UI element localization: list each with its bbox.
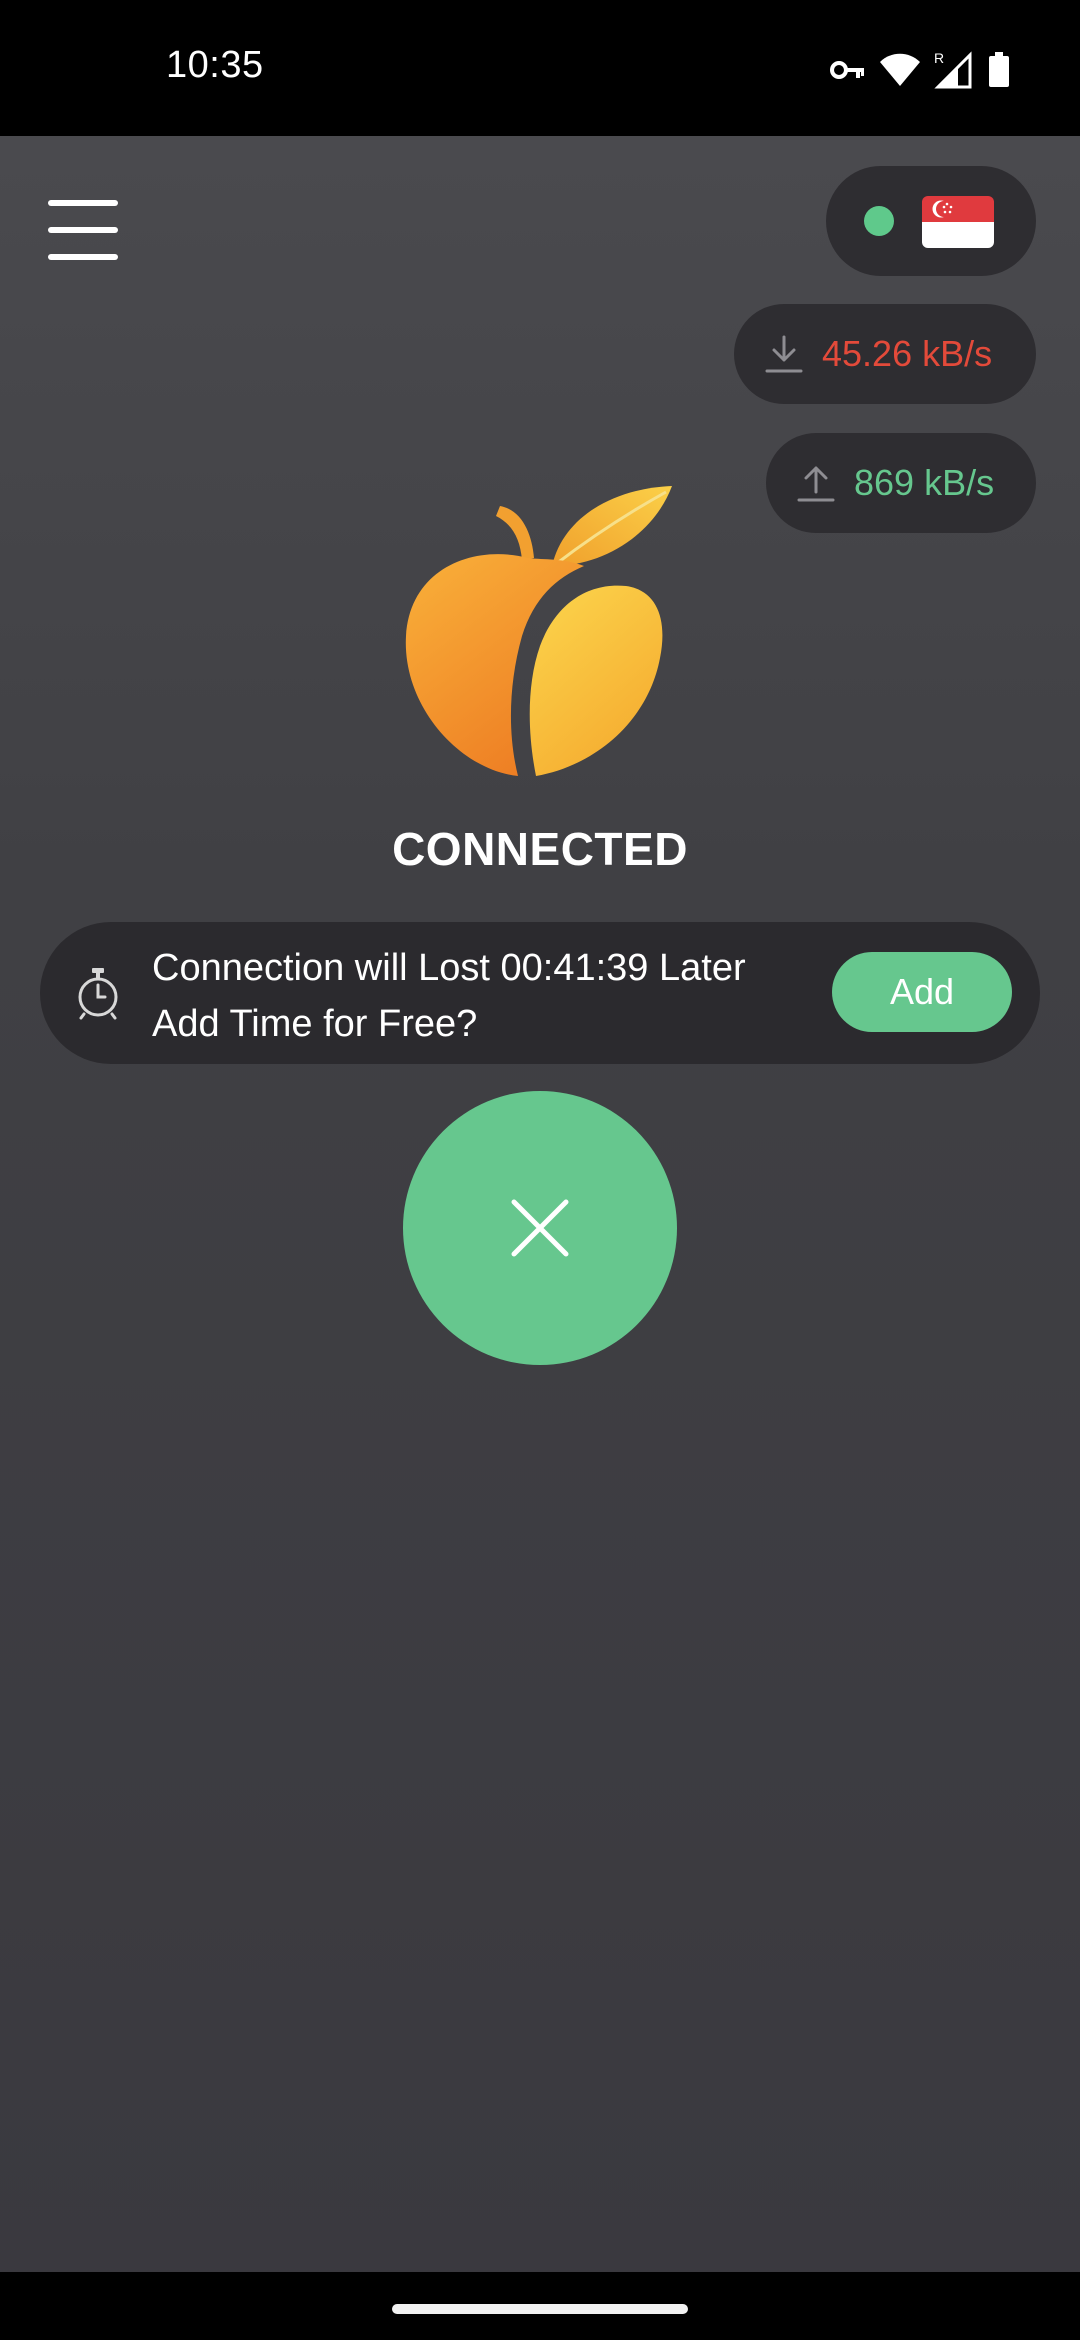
roaming-indicator: R [934,51,944,66]
add-time-button[interactable]: Add [832,952,1012,1032]
menu-bar-line [48,254,118,260]
upload-speed-indicator: 869 kB/s [766,433,1036,533]
home-gesture-handle[interactable] [392,2304,688,2314]
wifi-icon [880,53,920,86]
vpn-key-icon [830,61,864,79]
timer-banner: Connection will Lost 00:41:39 Later Add … [40,922,1040,1064]
singapore-flag-icon [922,196,994,248]
download-icon [765,335,803,373]
connection-status-dot [864,206,894,236]
status-time: 10:35 [166,44,264,86]
server-selector[interactable] [826,166,1036,276]
timer-message-line1: Connection will Lost 00:41:39 Later [152,947,746,989]
main-content: 45.26 kB/s 869 kB/s CONNECTED Connection… [0,136,1080,2272]
stopwatch-icon [78,968,118,1020]
battery-icon [989,52,1009,87]
timer-message-line2: Add Time for Free? [152,1003,478,1045]
orange-fruit-logo [404,486,684,776]
timer-message: Connection will Lost 00:41:39 Later Add … [152,940,852,1052]
connection-status-text: CONNECTED [392,823,688,875]
upload-speed-value: 869 kB/s [854,462,995,503]
status-icons: R [830,48,1010,92]
download-speed-value: 45.26 kB/s [822,333,993,374]
disconnect-button[interactable] [403,1091,677,1365]
hamburger-menu-icon[interactable] [48,196,124,264]
navigation-bar [0,2272,1080,2340]
menu-bar-line [48,200,118,206]
app-screen: 10:35 R 45.26 kB/s 869 kB/s CONNECTED Co… [0,0,1080,2340]
status-bar: 10:35 R [0,0,1080,136]
signal-icon: R [934,51,972,89]
menu-bar-line [48,227,118,233]
download-speed-indicator: 45.26 kB/s [734,304,1036,404]
close-icon [511,1199,569,1257]
upload-icon [797,466,835,502]
